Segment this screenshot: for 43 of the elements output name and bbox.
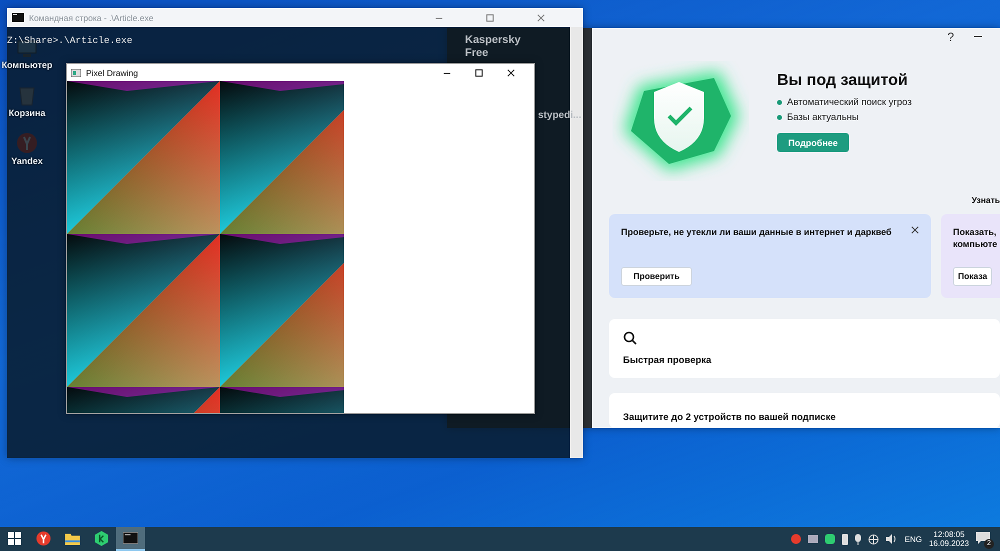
status-text: Автоматический поиск угроз: [787, 97, 912, 108]
microphone-icon[interactable]: [854, 534, 861, 544]
terminal-icon[interactable]: [123, 532, 138, 544]
close-icon[interactable]: [911, 226, 919, 234]
speaker-icon[interactable]: [886, 534, 898, 544]
scan-title: Быстрая проверка: [623, 354, 712, 366]
status-title: Вы под защитой: [777, 72, 909, 90]
status-dot-icon: [777, 100, 782, 105]
notifications-icon[interactable]: [976, 532, 990, 544]
yandex-browser-icon[interactable]: [36, 530, 51, 546]
window-title: Pixel Drawing: [86, 68, 139, 78]
desktop-icon-label[interactable]: Компьютер: [2, 60, 52, 70]
status-dot-icon: [777, 115, 782, 120]
help-button[interactable]: ?: [947, 30, 954, 44]
kaspersky-icon[interactable]: [94, 530, 109, 546]
folder-icon[interactable]: [65, 532, 80, 544]
desktop-icon-label[interactable]: Корзина: [8, 108, 46, 118]
status-text: Базы актуальны: [787, 112, 859, 123]
start-icon[interactable]: [8, 532, 21, 544]
search-icon: [623, 330, 637, 345]
console-line: Z:\Share>.\Article.exe: [7, 35, 132, 46]
usb-drive-icon[interactable]: [842, 534, 848, 544]
language-indicator[interactable]: ENG: [904, 534, 922, 544]
window-title: Командная строка - .\Article.exe: [29, 12, 154, 22]
display-icon[interactable]: [808, 535, 818, 543]
terminal-icon: [12, 13, 24, 22]
close-icon[interactable]: [507, 68, 515, 76]
promo-text: Проверьте, не утекли ли ваши данные в интернет и дарквеб: [621, 226, 892, 238]
globe-icon[interactable]: [868, 534, 879, 544]
scan-card[interactable]: Быстрая проверка: [609, 318, 1000, 378]
clock-time[interactable]: 12:08:05: [933, 530, 965, 539]
kaspersky-icon[interactable]: [824, 534, 835, 544]
desktop-icon-label[interactable]: Yandex: [11, 156, 43, 166]
card-button[interactable]: Показа: [953, 266, 992, 286]
minimize-icon[interactable]: [974, 36, 982, 38]
app-icon: [71, 68, 81, 76]
card-button[interactable]: Проверить: [621, 266, 692, 286]
learn-link[interactable]: Узнать: [972, 195, 1000, 206]
app-name: Kaspersky Free: [464, 34, 522, 60]
maximize-icon[interactable]: [475, 68, 483, 76]
clock-date[interactable]: 16.09.2023: [928, 539, 969, 548]
subscription-title: Защитите до 2 устройств по вашей подписке: [623, 412, 836, 423]
promo-text: Показать, компьюте: [953, 226, 998, 250]
